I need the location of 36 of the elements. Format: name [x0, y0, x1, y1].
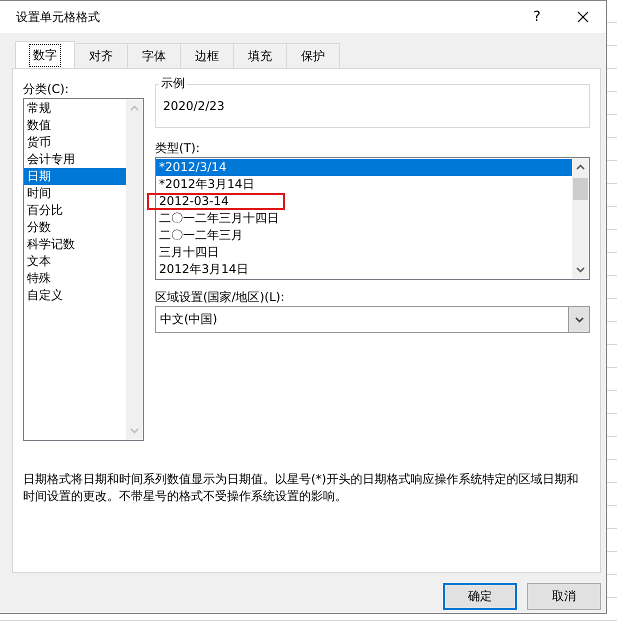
- category-label: 分类(C):: [23, 81, 70, 97]
- type-item[interactable]: 三月十四日: [156, 244, 572, 261]
- type-item[interactable]: 2012-03-14: [147, 193, 285, 210]
- category-item[interactable]: 时间: [24, 185, 126, 202]
- category-item[interactable]: 货币: [24, 134, 126, 151]
- category-item[interactable]: 特殊: [24, 270, 126, 287]
- locale-dropdown[interactable]: 中文(中国): [155, 306, 590, 333]
- type-item[interactable]: 2012年3月14日: [156, 261, 572, 278]
- category-list[interactable]: 常规 数值 货币 会计专用 日期 时间 百分比 分数 科学记数 文本 特殊 自定义: [23, 98, 144, 441]
- type-item[interactable]: 二〇一二年三月十四日: [156, 210, 572, 227]
- sample-label: 示例: [159, 75, 187, 92]
- type-label: 类型(T):: [155, 140, 201, 156]
- type-item[interactable]: *2012/3/14: [156, 159, 572, 176]
- window-title: 设置单元格格式: [16, 8, 101, 26]
- scroll-up-icon[interactable]: [576, 164, 585, 170]
- scroll-down-icon[interactable]: [576, 267, 585, 273]
- scroll-thumb[interactable]: [573, 178, 588, 200]
- dialog-button[interactable]: 确定: [443, 583, 517, 610]
- tab[interactable]: 保护: [286, 43, 340, 68]
- tab[interactable]: 数字: [15, 41, 75, 68]
- category-item[interactable]: 文本: [24, 253, 126, 270]
- description-text: 日期格式将日期和时间系列数值显示为日期值。以星号(*)开头的日期格式响应操作系统特定的区域日期和时间设置的更改。不带星号的格式不受操作系统设置的影响。: [23, 471, 580, 505]
- category-item[interactable]: 分数: [24, 219, 126, 236]
- category-item[interactable]: 百分比: [24, 202, 126, 219]
- category-item[interactable]: 自定义: [24, 287, 126, 304]
- category-item[interactable]: 会计专用: [24, 151, 126, 168]
- category-item[interactable]: 数值: [24, 117, 126, 134]
- dialog-button[interactable]: 取消: [527, 583, 601, 610]
- category-item[interactable]: 日期: [24, 168, 126, 185]
- sample-value: 2020/2/23: [163, 99, 225, 113]
- type-item[interactable]: *2012年3月14日: [156, 176, 572, 193]
- locale-label: 区域设置(国家/地区)(L):: [155, 289, 286, 305]
- help-button[interactable]: ?: [514, 9, 560, 25]
- category-item[interactable]: 常规: [24, 100, 126, 117]
- type-item[interactable]: 二〇一二年三月: [156, 227, 572, 244]
- category-item[interactable]: 科学记数: [24, 236, 126, 253]
